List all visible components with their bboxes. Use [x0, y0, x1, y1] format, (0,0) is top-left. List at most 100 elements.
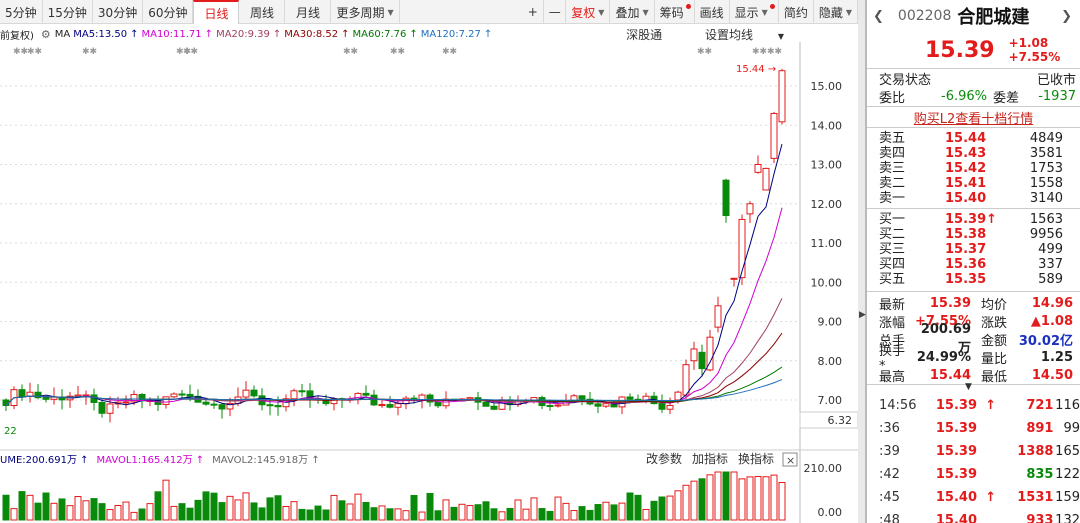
candle-body: [242, 389, 250, 398]
chips-button[interactable]: 筹码: [655, 0, 695, 24]
bid-row[interactable]: 买二 15.38 9956: [867, 227, 1080, 242]
candle-body: [714, 305, 722, 328]
display-dropdown[interactable]: 显示 ▼: [730, 0, 779, 24]
kline-chart[interactable]: ✱✱✱✱ ✱✱ ✱✱✱✱ ✱✱ ✱✱ ✱✱ ✱✱ ✱✱ ✱✱15.0014.0013.0012.…: [0, 42, 858, 523]
candle-body: [162, 396, 170, 405]
ask-level-label: 卖五: [879, 131, 906, 146]
period-15min[interactable]: 15分钟: [43, 0, 93, 24]
change-pct: +7.55%: [1008, 50, 1061, 64]
bid-price: 15.36: [945, 257, 987, 272]
candle-body: [490, 405, 498, 410]
tick-count: 99: [1063, 421, 1080, 436]
fuquan-dropdown[interactable]: 复权 ▼: [566, 0, 611, 24]
bid-row[interactable]: 买一 15.39↑ 1563: [867, 212, 1080, 227]
chevron-down-icon: ▼: [598, 7, 605, 17]
candle-body: [738, 218, 746, 279]
overlay-dropdown[interactable]: 叠加 ▼: [610, 0, 655, 24]
ask-row[interactable]: 卖三 15.42 1753: [867, 161, 1080, 176]
bid-row[interactable]: 买五 15.35 589: [867, 272, 1080, 287]
draw-line-button[interactable]: 画线: [695, 0, 730, 24]
period-5min[interactable]: 5分钟: [0, 0, 43, 24]
volume-bar: [730, 471, 738, 521]
tick-price: 15.40: [935, 513, 978, 523]
bid-level-label: 买三: [879, 242, 906, 257]
volume-bar: [586, 509, 594, 521]
simple-mode-button[interactable]: 简约: [779, 0, 814, 24]
prev-stock-icon[interactable]: ❮: [873, 9, 884, 24]
edit-params-button[interactable]: 改参数: [646, 451, 682, 466]
volume-bar: [618, 502, 626, 521]
add-indicator-button[interactable]: 加指标: [692, 451, 728, 466]
triangle-down-icon[interactable]: ▼: [965, 382, 972, 392]
candle-body: [682, 364, 690, 396]
ask-row[interactable]: 卖五 15.44 4849: [867, 131, 1080, 146]
volume-legend: UME:200.691万 ↑ MAVOL1:165.412万 ↑ MAVOL2:14…: [0, 455, 320, 466]
quote-cell: 14.96: [1031, 295, 1073, 311]
period-monthly[interactable]: 月线: [285, 0, 332, 24]
period-weekly[interactable]: 周线: [239, 0, 286, 24]
quote-cell: 24.99%: [916, 349, 971, 365]
volume-bar: [490, 508, 498, 521]
tick-row: :36 15.39 891 99: [867, 417, 1080, 440]
volume-bar: [706, 474, 714, 521]
hide-dropdown[interactable]: 隐藏 ▼: [814, 0, 858, 24]
tick-count: 132: [1055, 513, 1080, 523]
quote-row: 最新 15.39 均价 14.96: [867, 294, 1080, 313]
collapse-arrow-icon[interactable]: ▶: [859, 310, 866, 320]
ask-row[interactable]: 卖四 15.43 3581: [867, 146, 1080, 161]
stock-name: 合肥城建: [957, 7, 1030, 28]
trade-status-label: 交易状态: [879, 72, 932, 88]
quote-row: 换手* 24.99% 量比 1.25: [867, 344, 1080, 374]
ask-level-label: 卖四: [879, 146, 906, 161]
ma-setting-button[interactable]: 设置均线 ▼: [687, 28, 787, 42]
ask-volume: 4849: [1029, 131, 1063, 146]
quote-cell: 均价: [981, 297, 1008, 313]
tick-price: 15.39: [935, 398, 978, 413]
next-stock-icon[interactable]: ❯: [1061, 9, 1072, 24]
zoom-in-button[interactable]: +: [522, 0, 545, 24]
volume-bar: [50, 502, 58, 521]
candle-body: [362, 392, 370, 396]
shengutong-button[interactable]: 深股通: [626, 28, 662, 42]
bid-row[interactable]: 买四 15.36 337: [867, 257, 1080, 272]
volume-bar: [18, 491, 26, 521]
volume-legend-value: UME:200.691万 ↑: [0, 455, 89, 466]
quote-row: 涨幅 +7.55% 涨跌 ▲1.08: [867, 312, 1080, 331]
quote-cell: ▲1.08: [1030, 313, 1073, 329]
bid-row[interactable]: 买三 15.37 499: [867, 242, 1080, 257]
candle-body: [730, 277, 738, 280]
period-30min[interactable]: 30分钟: [93, 0, 144, 24]
candle-body: [274, 405, 282, 408]
period-daily[interactable]: 日线: [193, 0, 240, 24]
period-more-dropdown[interactable]: 更多周期 ▼: [331, 0, 400, 24]
volume-bar: [506, 507, 514, 521]
bid-volume: 9956: [1029, 227, 1063, 242]
chevron-down-icon: ▼: [761, 7, 768, 17]
bid-level-label: 买一: [879, 212, 906, 227]
period-60min[interactable]: 60分钟: [143, 0, 194, 24]
volume-bar: [42, 492, 50, 521]
volume-bar: [770, 474, 778, 521]
ask-price: 15.41: [945, 176, 987, 191]
ask-level-label: 卖二: [879, 176, 906, 191]
volume-bar: [650, 500, 658, 521]
bid-level-label: 买二: [879, 227, 906, 242]
buy-l2-link[interactable]: 购买L2查看十档行情: [867, 106, 1080, 128]
swap-indicator-button[interactable]: 换指标: [738, 451, 774, 466]
gear-icon[interactable]: ⚙: [41, 28, 51, 41]
zoom-out-button[interactable]: —: [544, 0, 567, 24]
ask-row[interactable]: 卖一 15.40 3140: [867, 191, 1080, 206]
volume-bar: [66, 505, 74, 521]
volume-bar: [338, 500, 346, 521]
trade-status-row: 交易状态 已收市: [867, 68, 1080, 88]
quote-cell: 最高: [879, 369, 906, 385]
ask-row[interactable]: 卖二 15.41 1558: [867, 176, 1080, 191]
volume-bar: [418, 511, 426, 521]
display-label: 显示: [734, 5, 759, 20]
ma30-line: [5, 332, 783, 406]
price-axis-label: 15.00: [811, 80, 843, 93]
ask-book: 卖五 15.44 4849 卖四 15.43 3581 卖三 15.42 1753 卖二 15.41…: [867, 128, 1080, 208]
panel-splitter[interactable]: ▶: [858, 0, 866, 523]
ask-price: 15.43: [945, 146, 987, 161]
arrow-up-icon: ↑: [409, 28, 418, 40]
